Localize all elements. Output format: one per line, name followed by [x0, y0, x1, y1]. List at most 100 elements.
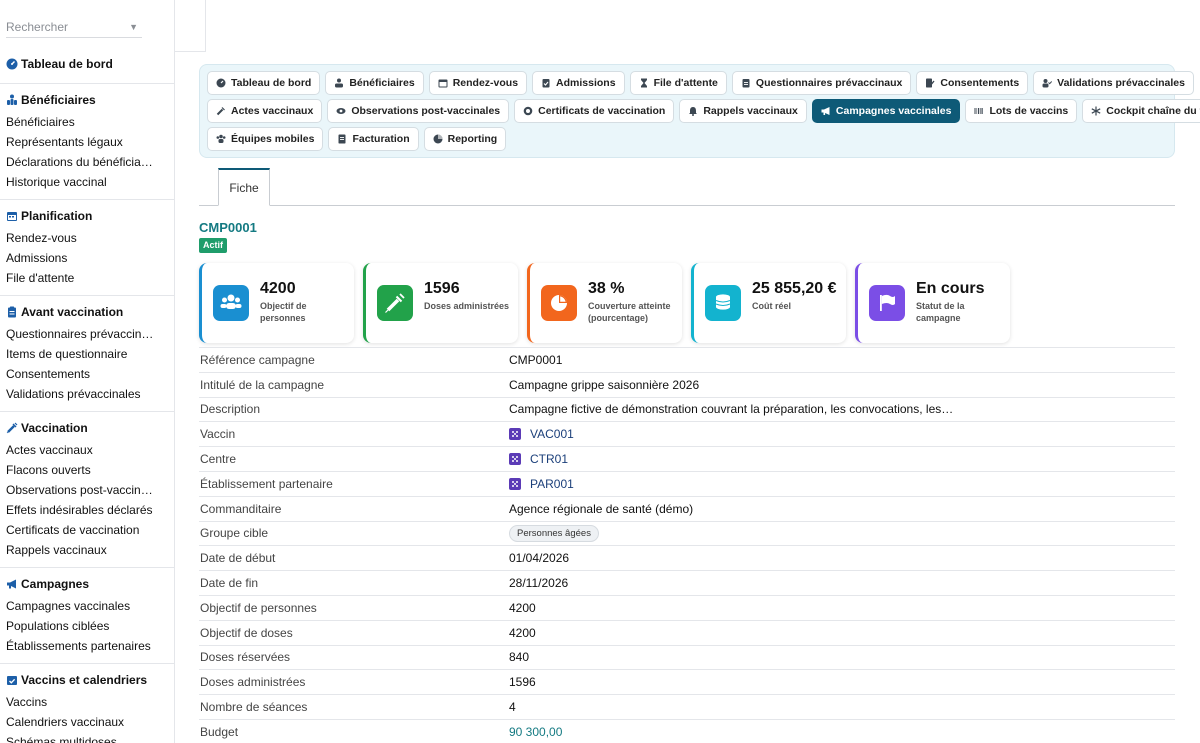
sidebar-item[interactable]: Populations ciblées: [6, 616, 156, 636]
module-nav-pill[interactable]: Actes vaccinaux: [207, 99, 323, 123]
module-nav-pill[interactable]: Validations prévaccinales: [1033, 71, 1194, 95]
bell-icon: [688, 106, 698, 116]
sidebar-item[interactable]: Effets indésirables déclarés: [6, 500, 156, 520]
sidebar-item[interactable]: Consentements: [6, 364, 156, 384]
kpi-value: 38 %: [588, 280, 625, 297]
sidebar-item[interactable]: Admissions: [6, 248, 156, 268]
sidebar-section-header[interactable]: Bénéficiaires: [6, 92, 174, 108]
field-row: Date de début 01/04/2026: [199, 545, 1175, 570]
sidebar-item[interactable]: Calendriers vaccinaux: [6, 712, 156, 732]
sidebar-item[interactable]: Vaccins: [6, 692, 156, 712]
sidebar-section-header[interactable]: Vaccins et calendriers: [6, 672, 174, 688]
clipboard-check-icon: [541, 78, 551, 88]
tab-fiche[interactable]: Fiche: [218, 168, 270, 206]
module-nav-pill[interactable]: Équipes mobiles: [207, 127, 324, 151]
module-nav-pill[interactable]: Rendez-vous: [428, 71, 528, 95]
user-check-icon: [1042, 78, 1053, 88]
sidebar-item[interactable]: Établissements partenaires: [6, 636, 156, 656]
sidebar-item[interactable]: Bénéficiaires: [6, 112, 156, 132]
record-link[interactable]: VAC001: [530, 427, 574, 441]
sidebar-item[interactable]: Représentants légaux: [6, 132, 156, 152]
module-nav-pill[interactable]: Bénéficiaires: [325, 71, 424, 95]
sidebar-item[interactable]: Items de questionnaire: [6, 344, 156, 364]
sidebar-item[interactable]: Campagnes vaccinales: [6, 596, 156, 616]
sidebar-section: Vaccins et calendriers Vaccins Calendriers…: [0, 663, 174, 743]
sidebar-item[interactable]: Déclarations du bénéficia…: [6, 152, 156, 172]
sidebar-item-dashboard[interactable]: Tableau de bord: [6, 56, 174, 72]
sidebar-item[interactable]: Actes vaccinaux: [6, 440, 156, 460]
pie-chart-icon: [433, 134, 443, 144]
certificate-icon: [523, 106, 533, 116]
sidebar-section-title: Vaccins et calendriers: [21, 673, 148, 687]
field-label: Doses administrées: [200, 675, 306, 690]
module-nav-pill[interactable]: Observations post-vaccinales: [327, 99, 510, 123]
sidebar-item[interactable]: Questionnaires prévaccin…: [6, 324, 156, 344]
sidebar-item[interactable]: File d'attente: [6, 268, 156, 288]
sidebar-item[interactable]: Flacons ouverts: [6, 460, 156, 480]
users-icon: [334, 78, 344, 88]
field-value[interactable]: PAR001: [509, 477, 574, 491]
field-row: Centre CTR01: [199, 446, 1175, 471]
module-nav-label: Admissions: [556, 77, 616, 89]
module-nav-pill[interactable]: Cockpit chaîne du froid: [1082, 99, 1200, 123]
sidebar-item[interactable]: Historique vaccinal: [6, 172, 156, 192]
sidebar-item[interactable]: Rendez-vous: [6, 228, 156, 248]
module-nav-pill[interactable]: File d'attente: [629, 71, 727, 95]
sidebar-item[interactable]: Schémas multidoses: [6, 732, 156, 743]
hourglass-icon: [639, 78, 649, 88]
field-value-text: Agence régionale de santé (démo): [509, 501, 694, 516]
module-nav-pill[interactable]: Questionnaires prévaccinaux: [731, 71, 912, 95]
kpi-value: 4200: [260, 280, 296, 297]
sidebar-section: Campagnes Campagnes vaccinales Populations…: [0, 567, 174, 663]
flag-icon: [869, 285, 905, 321]
field-value: 4: [509, 700, 516, 714]
field-row: Commanditaire Agence régionale de santé (…: [199, 495, 1175, 521]
module-nav-label: Observations post-vaccinales: [351, 105, 501, 117]
field-value: 1596: [509, 675, 536, 689]
sidebar-section-title: Bénéficiaires: [21, 93, 96, 107]
chevron-down-icon[interactable]: ▼: [129, 22, 138, 32]
sidebar-section-title: Campagnes: [21, 577, 90, 591]
module-nav-pill[interactable]: Reporting: [423, 127, 507, 151]
field-label: Objectif de personnes: [200, 600, 317, 615]
module-nav-row: Actes vaccinaux Observations post-vaccina…: [207, 99, 1200, 123]
field-value: 4200: [509, 626, 536, 640]
field-value[interactable]: VAC001: [509, 427, 574, 441]
sidebar-section-title: Vaccination: [21, 421, 88, 435]
module-nav-pill[interactable]: Certificats de vaccination: [514, 99, 675, 123]
module-nav-label: Campagnes vaccinales: [835, 105, 952, 117]
sidebar-section-header[interactable]: Campagnes: [6, 576, 174, 592]
module-nav-pill[interactable]: Admissions: [532, 71, 625, 95]
kpi-card: 1596 Doses administrées: [363, 263, 518, 343]
module-nav-pill[interactable]: Tableau de bord: [207, 71, 321, 95]
kpi-value: En cours: [916, 280, 985, 297]
kpi-card: 38 % Couverture atteinte (pourcentage): [527, 263, 682, 343]
field-value[interactable]: CTR01: [509, 452, 568, 466]
status-badge: Actif: [199, 238, 227, 253]
module-nav-label: Facturation: [352, 133, 410, 145]
sidebar-section-header[interactable]: Avant vaccination: [6, 304, 174, 320]
sidebar-item[interactable]: Certificats de vaccination: [6, 520, 156, 540]
search-select[interactable]: Rechercher ▼: [6, 16, 142, 38]
field-label: Budget: [200, 724, 239, 739]
module-nav-pill[interactable]: Lots de vaccins: [965, 99, 1078, 123]
sidebar-item[interactable]: Validations prévaccinales: [6, 384, 156, 404]
sidebar-section-header[interactable]: Vaccination: [6, 420, 174, 436]
field-label: Doses réservées: [200, 650, 291, 665]
field-value: 90 300,00: [509, 725, 562, 739]
sidebar-item[interactable]: Observations post-vaccin…: [6, 480, 156, 500]
search-placeholder: Rechercher: [6, 19, 69, 34]
module-nav-pill[interactable]: Consentements: [916, 71, 1029, 95]
sidebar-section-header[interactable]: Planification: [6, 208, 174, 224]
module-nav-pill[interactable]: Facturation: [328, 127, 419, 151]
field-value: 840: [509, 650, 529, 664]
module-nav-pill[interactable]: Campagnes vaccinales: [811, 99, 961, 123]
tab-bar: Fiche: [199, 168, 1175, 206]
field-row: Intitulé de la campagne Campagne grippe s…: [199, 371, 1175, 397]
field-row: Objectif de doses 4200: [199, 619, 1175, 645]
module-nav-pill[interactable]: Rappels vaccinaux: [679, 99, 807, 123]
record-link[interactable]: CTR01: [530, 452, 568, 466]
sidebar-item[interactable]: Rappels vaccinaux: [6, 540, 156, 560]
record-link[interactable]: PAR001: [530, 477, 574, 491]
module-nav-label: Validations prévaccinales: [1057, 77, 1185, 89]
